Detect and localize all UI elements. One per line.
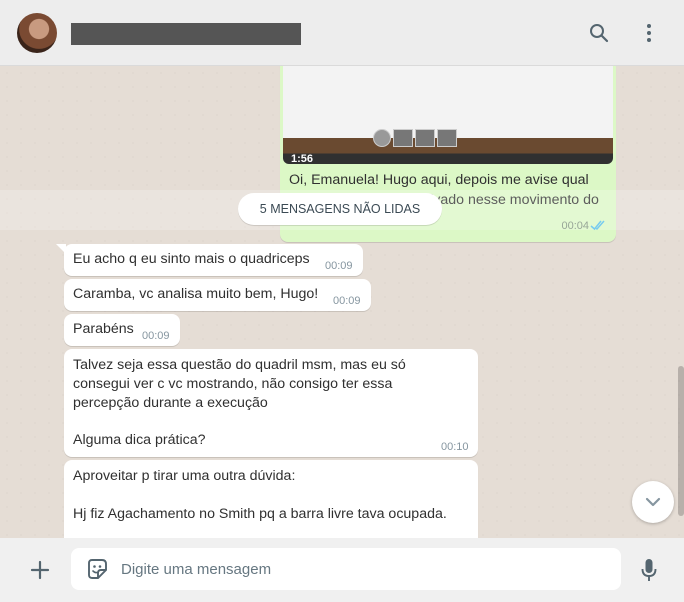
message-text-line: Alguma dica prática? — [73, 432, 206, 448]
message-time: 00:10 — [441, 441, 469, 453]
incoming-message: Talvez seja essa questão do quadril msm,… — [64, 349, 478, 457]
message-text-line: consegui ver c vc mostrando, não consigo… — [73, 376, 393, 392]
video-preview-strip — [373, 129, 457, 147]
video-thumbnail[interactable]: 1:56 — [283, 66, 613, 164]
video-duration: 1:56 — [291, 153, 314, 164]
message-text: Caramba, vc analisa muito bem, Hugo! — [73, 286, 319, 302]
message-input[interactable] — [121, 548, 611, 590]
message-input-box — [71, 548, 621, 590]
composer — [0, 538, 684, 602]
message-time: 00:09 — [325, 260, 353, 272]
incoming-message: Caramba, vc analisa muito bem, Hugo! 00:… — [64, 279, 371, 311]
scroll-down-button[interactable] — [632, 481, 674, 523]
message-text: Parabéns — [73, 321, 134, 337]
contact-name-redacted[interactable] — [71, 23, 301, 45]
menu-icon[interactable] — [637, 21, 661, 45]
incoming-message: Aproveitar p tirar uma outra dúvida: Hj … — [64, 460, 478, 538]
message-text-line: percepção durante a execução — [73, 395, 268, 411]
unread-divider: 5 MENSAGENS NÃO LIDAS — [238, 193, 442, 225]
incoming-message: Eu acho q eu sinto mais o quadriceps 00:… — [56, 244, 363, 276]
bubble-tail — [56, 244, 66, 254]
attach-plus-icon[interactable] — [28, 558, 52, 582]
message-text-line: Aproveitar p tirar uma outra dúvida: — [73, 468, 296, 484]
contact-avatar[interactable] — [17, 13, 57, 53]
search-icon[interactable] — [587, 21, 611, 45]
chat-header — [0, 0, 684, 66]
chat-area[interactable]: 1:56 Oi, Emanuela! Hugo aqui, depois me … — [0, 66, 684, 538]
sticker-icon[interactable] — [85, 557, 109, 581]
chat-scrollbar[interactable] — [678, 366, 684, 516]
message-text-line: Talvez seja essa questão do quadril msm,… — [73, 357, 406, 373]
incoming-message: Parabéns 00:09 — [64, 314, 180, 346]
microphone-icon[interactable] — [637, 556, 661, 584]
chevron-down-icon — [645, 497, 661, 507]
message-text: Eu acho q eu sinto mais o quadriceps — [73, 251, 310, 267]
message-text-line: Hj fiz Agachamento no Smith pq a barra l… — [73, 506, 447, 522]
message-time: 00:09 — [142, 330, 170, 342]
message-time: 00:09 — [333, 295, 361, 307]
